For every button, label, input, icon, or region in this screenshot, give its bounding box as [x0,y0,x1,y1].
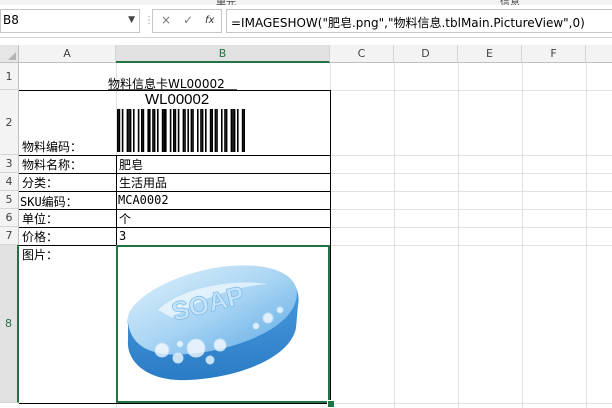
field-value-unit[interactable]: 个 [119,210,131,227]
barcode-bar [118,109,121,152]
barcode-bar [177,109,180,152]
title-underline [108,89,237,90]
barcode-bar [137,109,140,152]
barcode-bar [225,109,228,152]
select-all-corner[interactable] [0,45,19,63]
barcode-image [117,109,245,152]
barcode-bar [209,109,212,152]
formula-text: =IMAGESHOW("肥皂.png","物料信息.tblMain.Pictur… [231,16,585,30]
field-label-unit: 单位： [22,212,59,226]
cell-selection-b8[interactable] [116,245,330,403]
cancel-icon[interactable]: × [161,13,171,27]
field-label-code: 物料编码： [22,140,83,154]
barcode-bar [133,109,135,152]
field-value-sku[interactable]: MCA0002 [118,193,169,207]
barcode-bar [205,109,207,152]
barcode-bar [221,109,223,152]
formula-input[interactable]: =IMAGESHOW("肥皂.png","物料信息.tblMain.Pictur… [226,9,612,33]
row-header-8[interactable]: 8 [0,245,19,403]
barcode-bar [147,109,149,152]
card-border [19,173,330,174]
barcode-bar [182,109,185,152]
row-header-6[interactable]: 6 [0,209,19,227]
barcode-bar [163,109,165,152]
barcode-bar [142,109,145,152]
row-header-7[interactable]: 7 [0,227,19,245]
barcode-bar [243,109,245,152]
row-header-2[interactable]: 2 [0,90,19,155]
name-box-value: B8 [3,13,19,27]
barcode-bar [129,109,132,152]
gridline [522,63,523,408]
column-header-b[interactable]: B [116,45,330,63]
barcode-bar [200,109,202,152]
column-header-d[interactable]: D [394,45,458,63]
barcode-number: WL00002 [145,91,210,108]
row-header-5[interactable]: 5 [0,191,19,209]
barcode-bar [192,109,194,152]
barcode-bar [165,109,167,152]
select-all-triangle-icon [8,52,16,60]
barcode-bar [190,109,193,152]
field-label-image: 图片： [22,248,59,262]
barcode-bar [149,109,151,152]
chevron-down-icon[interactable]: ▼ [128,15,135,25]
row-header-3[interactable]: 3 [0,155,19,173]
barcode-bar [197,109,199,152]
formula-buttons: × ✓ fx [152,9,222,33]
barcode-bar [224,109,226,152]
barcode-bar [214,109,217,152]
field-label-name: 物料名称： [22,158,83,172]
field-label-category: 分类： [22,176,59,190]
barcode-bar [211,109,213,152]
name-box[interactable]: B8 ▼ [0,9,140,33]
column-header-e[interactable]: E [458,45,522,63]
column-header-f[interactable]: F [522,45,586,63]
formula-bar: B8 ▼ ⋮ × ✓ fx =IMAGESHOW("肥皂.png","物料信息.… [0,5,612,38]
column-header-c[interactable]: C [330,45,394,63]
gridline [458,63,459,408]
card-border [19,403,330,404]
barcode-bar [169,109,172,152]
fill-handle[interactable] [327,400,335,408]
barcode-bar [237,109,239,152]
column-header-a[interactable]: A [19,45,116,63]
barcode-bar [152,109,154,152]
field-value-price[interactable]: 3 [119,229,126,243]
row-header-1[interactable]: 1 [0,63,19,90]
barcode-bar [128,109,130,152]
enter-icon[interactable]: ✓ [183,13,193,27]
barcode-bar [141,109,143,152]
barcode-bar [184,109,186,152]
card-border [19,227,330,228]
field-label-price: 价格： [22,230,59,244]
barcode-bar [233,109,236,152]
barcode-bar [126,109,129,152]
row-header-4[interactable]: 4 [0,173,19,191]
field-value-category[interactable]: 生活用品 [119,174,167,191]
barcode-bar [157,109,159,152]
function-icon[interactable]: fx [205,15,214,26]
gridline [586,63,587,408]
card-border [330,90,331,403]
barcode-bar [201,109,204,152]
barcode-bar [153,109,156,152]
barcode-bar [232,109,234,152]
barcode-bar [161,109,164,152]
column-header-g[interactable] [586,45,612,63]
barcode-bar [230,109,233,152]
barcode-bar [187,109,189,152]
card-border [19,191,330,192]
barcode-bar [173,109,175,152]
gridline [394,63,395,408]
field-value-name[interactable]: 肥皂 [119,156,143,173]
barcode-bar [241,109,244,152]
field-label-sku: SKU编码： [20,195,78,209]
barcode-bar [121,109,124,152]
barcode-bar [174,109,177,152]
barcode-bar [216,109,218,152]
barcode-bar [117,109,119,152]
